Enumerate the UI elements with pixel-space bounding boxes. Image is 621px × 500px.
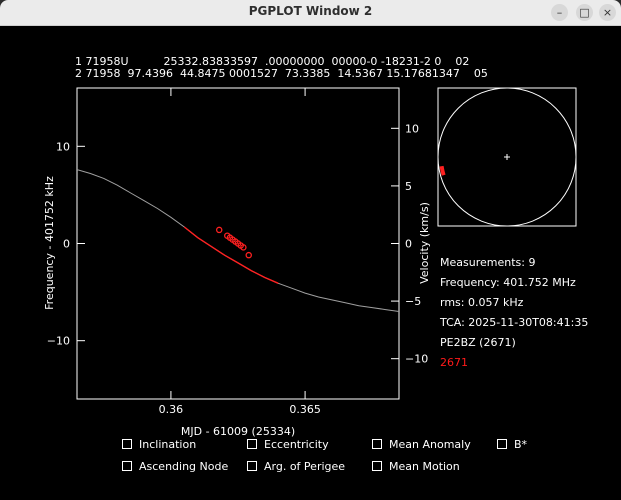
checkbox-mean-motion[interactable]: Mean Motion bbox=[372, 460, 460, 473]
checkbox-label: Mean Anomaly bbox=[389, 438, 471, 451]
measurement-point bbox=[245, 251, 252, 259]
y-tick-label: −10 bbox=[47, 335, 70, 348]
checkbox-icon[interactable] bbox=[372, 461, 382, 471]
pgplot-window: PGPLOT Window 2 – □ × 1 71958U 25332.838… bbox=[0, 0, 621, 500]
x-axis-label: MJD - 61009 (25334) bbox=[181, 425, 295, 438]
rms-text: rms: 0.057 kHz bbox=[440, 296, 524, 309]
checkbox-ascending-node[interactable]: Ascending Node bbox=[122, 460, 228, 473]
x-tick-label: 0.365 bbox=[289, 403, 321, 416]
checkbox-label: Ascending Node bbox=[139, 460, 229, 473]
velocity-axis-label: Velocity (km/s) bbox=[418, 202, 431, 284]
checkbox-eccentricity[interactable]: Eccentricity bbox=[247, 438, 329, 451]
velocity-tick-label: −10 bbox=[405, 353, 428, 366]
y-axis-label: Frequency - 401752 kHz bbox=[43, 176, 56, 310]
y-tick-label: 10 bbox=[56, 140, 70, 153]
measurement-point bbox=[215, 226, 223, 234]
checkbox-inclination[interactable]: Inclination bbox=[122, 438, 196, 451]
checkbox-bstar[interactable]: B* bbox=[497, 438, 527, 451]
checkbox-label: Arg. of Perigee bbox=[264, 460, 346, 473]
checkbox-icon[interactable] bbox=[122, 439, 132, 449]
pass-arc bbox=[439, 165, 446, 176]
checkbox-icon[interactable] bbox=[247, 461, 257, 471]
plot-canvas: 1 71958U 25332.83833597 .00000000 00000-… bbox=[43, 55, 588, 438]
checkbox-label: Inclination bbox=[139, 438, 197, 451]
velocity-tick-label: 5 bbox=[405, 180, 412, 193]
checkbox-mean-anomaly[interactable]: Mean Anomaly bbox=[372, 438, 471, 451]
checkbox-icon[interactable] bbox=[247, 439, 257, 449]
y-tick-label: 0 bbox=[63, 238, 70, 251]
checkbox-icon[interactable] bbox=[122, 461, 132, 471]
x-tick-label: 0.36 bbox=[159, 403, 184, 416]
plot-frame bbox=[76, 87, 400, 400]
velocity-tick-label: 0 bbox=[405, 238, 412, 251]
frequency-text: Frequency: 401.752 MHz bbox=[440, 276, 576, 289]
checkbox-icon[interactable] bbox=[497, 439, 507, 449]
velocity-tick-label: 10 bbox=[405, 122, 419, 135]
zenith-marker bbox=[504, 154, 510, 160]
minimize-icon[interactable]: – bbox=[551, 4, 568, 21]
x-axis-ticks: 0.36 0.365 bbox=[159, 88, 321, 416]
window-title: PGPLOT Window 2 bbox=[248, 4, 373, 18]
velocity-tick-label: −5 bbox=[405, 295, 421, 308]
checkbox-label: Eccentricity bbox=[264, 438, 329, 451]
maximize-icon[interactable]: □ bbox=[576, 4, 593, 21]
tca-text: TCA: 2025-11-30T08:41:35 bbox=[439, 316, 588, 329]
close-icon[interactable]: × bbox=[599, 4, 616, 21]
title-bar[interactable]: PGPLOT Window 2 – □ × bbox=[0, 0, 621, 26]
tle-line-2: 2 71958 97.4396 44.8475 0001527 73.3385 … bbox=[75, 67, 488, 80]
checkbox-arg-of-perigee[interactable]: Arg. of Perigee bbox=[247, 460, 345, 473]
checkbox-label: B* bbox=[514, 438, 528, 451]
checkbox-label: Mean Motion bbox=[389, 460, 460, 473]
checkbox-icon[interactable] bbox=[372, 439, 382, 449]
station-id-text: 2671 bbox=[440, 356, 468, 369]
station-text: PE2BZ (2671) bbox=[440, 336, 516, 349]
measurements-text: Measurements: 9 bbox=[440, 256, 535, 269]
